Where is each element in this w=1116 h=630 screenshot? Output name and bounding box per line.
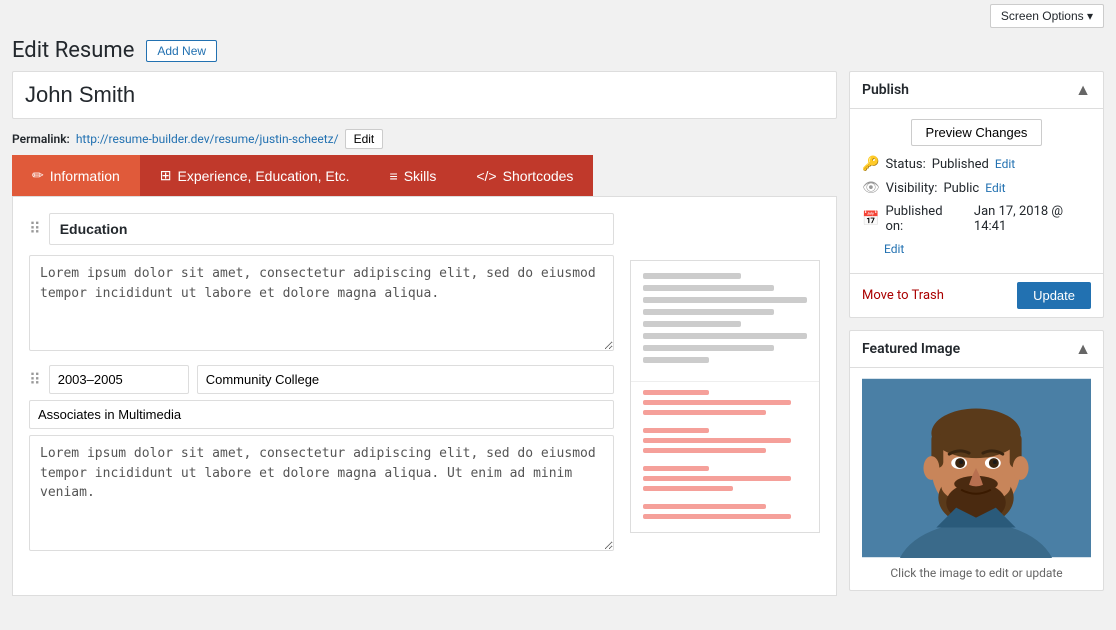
preview-line-5 <box>643 321 741 327</box>
list-icon: ≡ <box>390 168 398 184</box>
publish-panel-body: Preview Changes 🔑 Status: Published Edit… <box>850 109 1103 273</box>
featured-image[interactable] <box>862 378 1091 558</box>
entry-date-place-row: ⠿ <box>29 365 614 394</box>
add-new-button[interactable]: Add New <box>146 40 217 62</box>
publish-panel-footer: Move to Trash Update <box>850 273 1103 317</box>
preview-line-2 <box>643 285 774 291</box>
featured-image-panel: Featured Image ▲ <box>849 330 1104 591</box>
preview-line-8 <box>643 357 709 363</box>
preview-card: → <box>630 260 820 533</box>
publish-panel-toggle[interactable]: ▲ <box>1075 80 1091 100</box>
tab-information-label: Information <box>50 168 120 184</box>
preview-pink-line-2 <box>643 400 791 405</box>
eye-icon: 👁 <box>862 180 880 196</box>
entry-degree-input[interactable] <box>29 400 614 429</box>
entry-date-input[interactable] <box>49 365 189 394</box>
visibility-value: Public <box>943 181 979 196</box>
calendar-icon: 📅 <box>862 211 879 227</box>
preview-line-4 <box>643 309 774 315</box>
preview-top-section <box>631 261 819 382</box>
published-label: Published on: <box>885 204 958 234</box>
visibility-edit-link[interactable]: Edit <box>985 181 1005 195</box>
table-icon: ⊞ <box>160 167 172 184</box>
preview-pink-line-10 <box>643 504 766 509</box>
publish-panel: Publish ▲ Preview Changes 🔑 Status: Publ… <box>849 71 1104 318</box>
published-value: Jan 17, 2018 @ 14:41 <box>974 204 1091 234</box>
preview-wrapper: → <box>630 213 820 579</box>
status-label: Status: <box>885 157 925 172</box>
screen-options-button[interactable]: Screen Options ▾ <box>990 4 1104 28</box>
right-sidebar: Publish ▲ Preview Changes 🔑 Status: Publ… <box>849 71 1104 603</box>
featured-image-panel-toggle[interactable]: ▲ <box>1075 339 1091 359</box>
tab-skills[interactable]: ≡ Skills <box>370 155 457 196</box>
drag-handle-section[interactable]: ⠿ <box>29 221 41 237</box>
permalink-url[interactable]: http://resume-builder.dev/resume/justin-… <box>76 132 339 146</box>
preview-pink-line-5 <box>643 438 791 443</box>
preview-line-6 <box>643 333 807 339</box>
featured-image-title: Featured Image <box>862 341 960 357</box>
preview-area: → <box>630 260 820 533</box>
preview-pink-line-7 <box>643 466 709 471</box>
status-row: 🔑 Status: Published Edit <box>862 156 1091 172</box>
code-icon: </> <box>476 168 496 184</box>
portrait-svg <box>862 378 1091 558</box>
edit-permalink-button[interactable]: Edit <box>345 129 384 149</box>
update-button[interactable]: Update <box>1017 282 1091 309</box>
preview-pink-line-3 <box>643 410 766 415</box>
section-header-row: ⠿ <box>29 213 614 245</box>
page-title: Edit Resume <box>12 38 134 63</box>
publish-panel-title: Publish <box>862 82 909 98</box>
preview-pink-section: → <box>631 382 819 532</box>
move-to-trash-link[interactable]: Move to Trash <box>862 288 944 303</box>
drag-handle-entry[interactable]: ⠿ <box>29 372 41 388</box>
publish-panel-header: Publish ▲ <box>850 72 1103 109</box>
preview-line-3 <box>643 297 807 303</box>
preview-pink-line-9 <box>643 486 733 491</box>
preview-pink-line-1 <box>643 390 709 395</box>
published-edit-link[interactable]: Edit <box>884 242 904 256</box>
preview-changes-button[interactable]: Preview Changes <box>911 119 1043 146</box>
permalink-label: Permalink: <box>12 132 70 146</box>
tabs-bar: ✏ Information ⊞ Experience, Education, E… <box>12 155 837 196</box>
post-title-input[interactable] <box>13 72 836 118</box>
section-description-textarea[interactable]: Lorem ipsum dolor sit amet, consectetur … <box>29 255 614 351</box>
preview-pink-line-8 <box>643 476 791 481</box>
visibility-label: Visibility: <box>886 181 938 196</box>
preview-pink-line-11 <box>643 514 791 519</box>
featured-image-caption: Click the image to edit or update <box>862 566 1091 580</box>
visibility-row: 👁 Visibility: Public Edit <box>862 180 1091 196</box>
tab-experience[interactable]: ⊞ Experience, Education, Etc. <box>140 155 370 196</box>
tab-shortcodes[interactable]: </> Shortcodes <box>456 155 593 196</box>
status-value: Published <box>932 157 989 172</box>
lock-icon: 🔑 <box>862 156 879 172</box>
status-edit-link[interactable]: Edit <box>995 157 1015 171</box>
tab-information[interactable]: ✏ Information <box>12 155 140 196</box>
preview-line-1 <box>643 273 741 279</box>
entry-description-textarea[interactable]: Lorem ipsum dolor sit amet, consectetur … <box>29 435 614 551</box>
preview-pink-line-6 <box>643 448 766 453</box>
content-area: ⠿ Lorem ipsum dolor sit amet, consectetu… <box>12 196 837 596</box>
section-title-input[interactable] <box>49 213 614 245</box>
featured-image-panel-header: Featured Image ▲ <box>850 331 1103 368</box>
entry-place-input[interactable] <box>197 365 614 394</box>
preview-pink-line-4 <box>643 428 709 433</box>
preview-line-7 <box>643 345 774 351</box>
pencil-icon: ✏ <box>32 167 44 184</box>
featured-image-panel-body: Click the image to edit or update <box>850 368 1103 590</box>
form-area: ⠿ Lorem ipsum dolor sit amet, consectetu… <box>29 213 614 579</box>
published-row: 📅 Published on: Jan 17, 2018 @ 14:41 <box>862 204 1091 234</box>
entry-block: ⠿ Lorem ipsum dolor sit amet, consectetu… <box>29 365 614 565</box>
tab-skills-label: Skills <box>404 168 437 184</box>
tab-shortcodes-label: Shortcodes <box>503 168 574 184</box>
preview-arrow: → <box>630 444 633 470</box>
tab-experience-label: Experience, Education, Etc. <box>178 168 350 184</box>
